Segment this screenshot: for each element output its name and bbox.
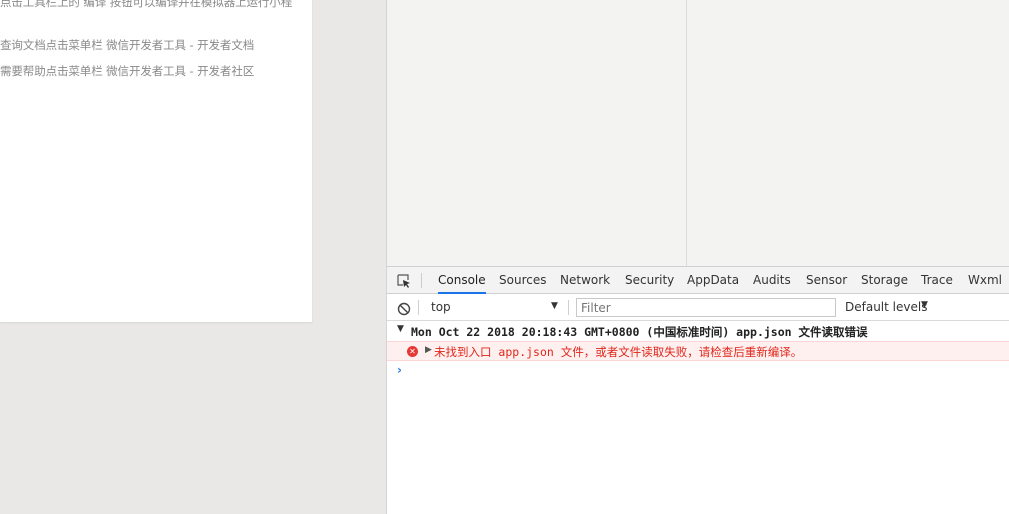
log-levels-selector[interactable]: Default levels ▼ (845, 298, 935, 317)
simulator-screen: 点击工具栏上的 编译 按钮可以编译并在模拟器上运行小程 查询文档点击菜单栏 微信… (0, 0, 312, 322)
tab-storage[interactable]: Storage (861, 267, 908, 294)
console-input[interactable] (409, 362, 999, 378)
tab-console[interactable]: Console (438, 267, 486, 294)
console-error-message: ✕ ▶ 未找到入口 app.json 文件，或者文件读取失败，请检查后重新编译。 (387, 341, 1009, 361)
console-filter-input[interactable] (576, 298, 836, 317)
tab-appdata[interactable]: AppData (687, 267, 739, 294)
tab-sources[interactable]: Sources (499, 267, 546, 294)
console-prompt-icon: › (397, 363, 402, 377)
devtools-panel: Console Sources Network Security AppData… (387, 266, 1009, 514)
devtools-tabbar: Console Sources Network Security AppData… (387, 266, 1009, 294)
clear-console-icon[interactable] (397, 301, 411, 316)
tab-wxml[interactable]: Wxml (968, 267, 1002, 294)
chevron-down-icon: ▼ (551, 301, 558, 311)
expand-triangle-icon[interactable]: ▶ (425, 345, 432, 355)
tab-audits[interactable]: Audits (753, 267, 791, 294)
tab-security[interactable]: Security (625, 267, 674, 294)
error-circle-icon: ✕ (407, 346, 418, 357)
simulator-panel: 点击工具栏上的 编译 按钮可以编译并在模拟器上运行小程 查询文档点击菜单栏 微信… (0, 0, 386, 514)
editor-area (387, 0, 1009, 266)
simulator-hint-community: 需要帮助点击菜单栏 微信开发者工具 - 开发者社区 (0, 64, 255, 78)
group-header-text: Mon Oct 22 2018 20:18:43 GMT+0800 (中国标准时… (411, 325, 868, 339)
error-message-text: 未找到入口 app.json 文件，或者文件读取失败，请检查后重新编译。 (434, 345, 803, 359)
tab-sensor[interactable]: Sensor (806, 267, 847, 294)
editor-split-divider[interactable] (686, 0, 687, 266)
tabbar-separator (421, 273, 422, 288)
context-selector[interactable]: top ▼ (425, 298, 561, 317)
console-filterbar: top ▼ Default levels ▼ (387, 294, 1009, 321)
filterbar-separator (568, 300, 569, 315)
inspect-element-icon[interactable] (396, 273, 412, 289)
filterbar-separator (418, 300, 419, 315)
simulator-hint-compile: 点击工具栏上的 编译 按钮可以编译并在模拟器上运行小程 (0, 0, 293, 9)
group-expanded-icon: ▼ (397, 324, 404, 334)
tab-network[interactable]: Network (560, 267, 610, 294)
context-value: top (431, 300, 451, 314)
console-group-header[interactable]: ▼ Mon Oct 22 2018 20:18:43 GMT+0800 (中国标… (387, 322, 1009, 341)
simulator-hint-docs: 查询文档点击菜单栏 微信开发者工具 - 开发者文档 (0, 38, 255, 52)
tab-trace[interactable]: Trace (921, 267, 953, 294)
chevron-down-icon: ▼ (921, 300, 928, 310)
log-levels-value: Default levels (845, 300, 928, 314)
